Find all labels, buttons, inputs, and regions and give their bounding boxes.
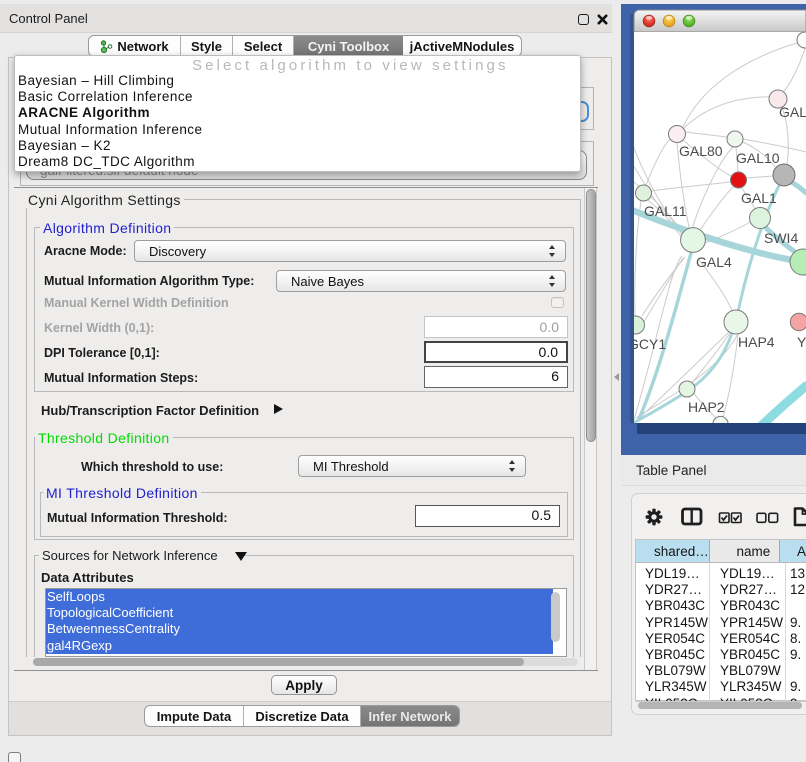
svg-text:GAL10: GAL10 <box>736 150 780 166</box>
svg-text:HAP2: HAP2 <box>688 399 725 415</box>
svg-text:SWI4: SWI4 <box>764 230 798 246</box>
svg-text:GAL80: GAL80 <box>679 143 723 159</box>
svg-text:GAL1: GAL1 <box>741 190 777 206</box>
svg-text:GAL11: GAL11 <box>644 203 687 219</box>
svg-text:GAL: GAL <box>779 104 806 120</box>
svg-text:GAL4: GAL4 <box>696 254 732 270</box>
svg-text:Y: Y <box>797 334 806 350</box>
svg-text:HAP4: HAP4 <box>738 334 775 350</box>
